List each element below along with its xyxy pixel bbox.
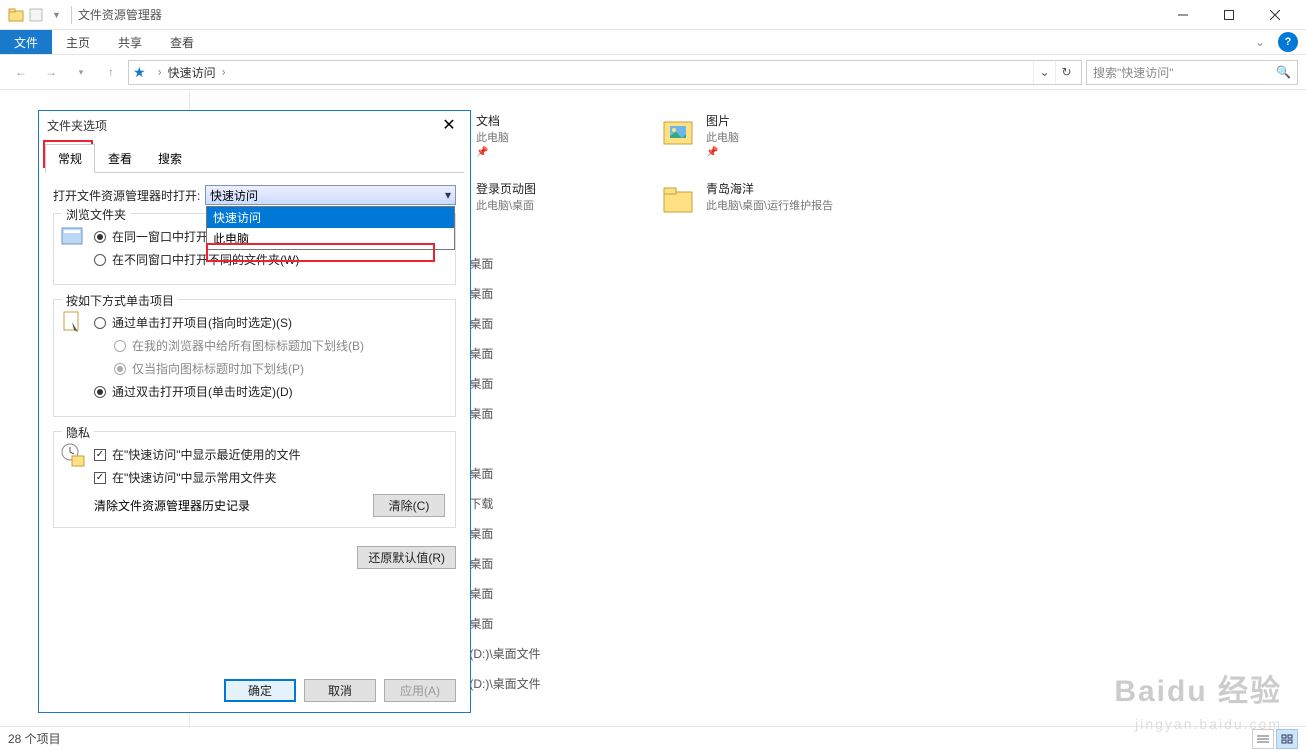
combo-option-pc[interactable]: 此电脑 — [207, 228, 454, 249]
back-button[interactable]: ← — [8, 60, 34, 84]
radio-single-click[interactable] — [94, 317, 106, 329]
search-placeholder: 搜索"快速访问" — [1093, 64, 1174, 81]
help-button[interactable]: ? — [1278, 32, 1298, 52]
open-explorer-label: 打开文件资源管理器时打开: — [53, 187, 205, 204]
radio-same-window[interactable] — [94, 231, 106, 243]
recent-dropdown[interactable]: ▾ — [68, 60, 94, 84]
open-explorer-combo[interactable]: 快速访问 ▾ 快速访问 此电脑 — [205, 185, 456, 205]
up-button[interactable]: ↑ — [98, 60, 124, 84]
radio-new-label: 在不同窗口中打开不同的文件夹(W) — [112, 251, 299, 268]
check-frequent-label: 在"快速访问"中显示常用文件夹 — [112, 469, 277, 486]
ribbon-view-tab[interactable]: 查看 — [156, 30, 208, 54]
radio-underline-point-label: 仅当指向图标标题时加下划线(P) — [132, 360, 304, 377]
ribbon: 文件 主页 共享 查看 ⌄ ? — [0, 30, 1306, 54]
status-bar: 28 个项目 — [0, 726, 1306, 750]
details-view-button[interactable] — [1252, 729, 1274, 749]
item-sub: 此电脑\桌面\运行维护报告 — [706, 197, 833, 213]
icons-view-button[interactable] — [1276, 729, 1298, 749]
dialog-tabs: 常规 查看 搜索 — [45, 143, 464, 173]
dialog-close-button[interactable]: ✕ — [436, 113, 462, 137]
check-frequent[interactable]: ✓ — [94, 472, 106, 484]
browse-icon — [60, 224, 86, 250]
folder-options-dialog: 文件夹选项 ✕ 常规 查看 搜索 打开文件资源管理器时打开: 快速访问 ▾ 快速… — [38, 110, 471, 713]
breadcrumb-root[interactable]: 快速访问 — [168, 64, 216, 81]
chevron-down-icon: ▾ — [445, 188, 451, 202]
clear-history-label: 清除文件资源管理器历史记录 — [94, 497, 250, 514]
search-icon: 🔍 — [1276, 65, 1291, 79]
combo-dropdown: 快速访问 此电脑 — [206, 206, 455, 250]
folder-icon — [658, 180, 698, 220]
restore-defaults-button[interactable]: 还原默认值(R) — [357, 546, 456, 569]
pin-icon: 📌 — [476, 147, 509, 158]
tab-general[interactable]: 常规 — [45, 144, 95, 173]
combo-selected: 快速访问 — [210, 187, 258, 204]
maximize-button[interactable] — [1206, 0, 1252, 30]
radio-underline-point — [114, 363, 126, 375]
dialog-footer: 确定 取消 应用(A) — [39, 669, 470, 712]
item-name: 青岛海洋 — [706, 180, 833, 197]
radio-double-label: 通过双击打开项目(单击时选定)(D) — [112, 383, 293, 400]
pin-icon: 📌 — [706, 147, 739, 158]
browse-group-title: 浏览文件夹 — [62, 206, 130, 223]
ok-button[interactable]: 确定 — [224, 679, 296, 702]
quick-access-icon: ★ — [133, 64, 146, 81]
privacy-group: 隐私 ✓ 在"快速访问"中显示最近使用的文件 ✓ 在"快速访问"中显示常用文件夹… — [53, 431, 456, 528]
check-recent-label: 在"快速访问"中显示最近使用的文件 — [112, 446, 301, 463]
separator — [71, 6, 72, 24]
address-dropdown-icon[interactable]: ⌄ — [1033, 61, 1055, 84]
window-title: 文件资源管理器 — [78, 6, 162, 23]
close-button[interactable] — [1252, 0, 1298, 30]
privacy-group-title: 隐私 — [62, 424, 94, 441]
ribbon-file-tab[interactable]: 文件 — [0, 30, 52, 54]
status-item-count: 28 个项目 — [8, 730, 61, 747]
item-name: 登录页动图 — [476, 180, 536, 197]
radio-double-click[interactable] — [94, 386, 106, 398]
refresh-button[interactable]: ↻ — [1055, 61, 1077, 84]
item-sub: 此电脑 — [476, 129, 509, 145]
check-recent[interactable]: ✓ — [94, 449, 106, 461]
folder-icon — [658, 112, 698, 152]
file-item[interactable]: 图片 此电脑 📌 — [650, 112, 880, 172]
minimize-button[interactable] — [1160, 0, 1206, 30]
tab-search[interactable]: 搜索 — [145, 144, 195, 173]
item-sub: 此电脑 — [706, 129, 739, 145]
file-item[interactable]: 青岛海洋 此电脑\桌面\运行维护报告 — [650, 180, 880, 240]
qat-btn[interactable] — [28, 7, 44, 23]
dialog-title: 文件夹选项 — [47, 117, 107, 134]
dialog-titlebar[interactable]: 文件夹选项 ✕ — [39, 111, 470, 139]
item-name: 文档 — [476, 112, 509, 129]
explorer-icon — [8, 7, 24, 23]
combo-option-quick[interactable]: 快速访问 — [207, 207, 454, 228]
radio-new-window[interactable] — [94, 254, 106, 266]
radio-underline-all — [114, 340, 126, 352]
click-group-title: 按如下方式单击项目 — [62, 292, 178, 309]
tab-view[interactable]: 查看 — [95, 144, 145, 173]
ribbon-collapse-icon[interactable]: ⌄ — [1250, 30, 1270, 54]
navbar: ← → ▾ ↑ ★ › 快速访问 › ⌄ ↻ 搜索"快速访问" 🔍 — [0, 54, 1306, 90]
clear-button[interactable]: 清除(C) — [373, 494, 445, 517]
item-name: 图片 — [706, 112, 739, 129]
ribbon-home-tab[interactable]: 主页 — [52, 30, 104, 54]
click-group: 按如下方式单击项目 通过单击打开项目(指向时选定)(S) 在我的浏览器中给所有图… — [53, 299, 456, 417]
search-input[interactable]: 搜索"快速访问" 🔍 — [1086, 60, 1298, 85]
titlebar: ▼ 文件资源管理器 — [0, 0, 1306, 30]
breadcrumb-separator: › — [222, 65, 226, 79]
forward-button[interactable]: → — [38, 60, 64, 84]
cancel-button[interactable]: 取消 — [304, 679, 376, 702]
dialog-body: 打开文件资源管理器时打开: 快速访问 ▾ 快速访问 此电脑 浏览文件夹 在同一窗… — [39, 173, 470, 669]
click-icon — [60, 310, 86, 336]
radio-underline-all-label: 在我的浏览器中给所有图标标题加下划线(B) — [132, 337, 364, 354]
qat-dropdown-icon[interactable]: ▼ — [52, 10, 61, 20]
apply-button[interactable]: 应用(A) — [384, 679, 456, 702]
ribbon-share-tab[interactable]: 共享 — [104, 30, 156, 54]
item-sub: 此电脑\桌面 — [476, 197, 536, 213]
address-bar[interactable]: ★ › 快速访问 › ⌄ ↻ — [128, 60, 1082, 85]
breadcrumb-separator: › — [158, 65, 162, 79]
radio-single-label: 通过单击打开项目(指向时选定)(S) — [112, 314, 292, 331]
privacy-icon — [60, 442, 86, 468]
